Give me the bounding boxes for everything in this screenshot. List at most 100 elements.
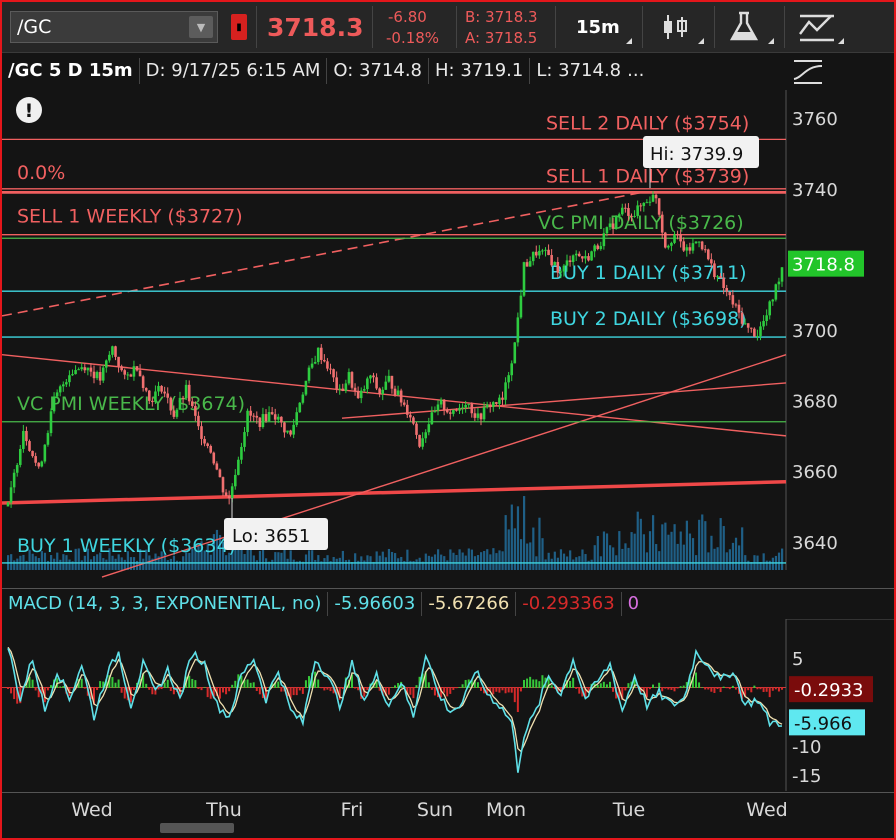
volume-bar [691,538,695,570]
volume-bar [68,559,71,570]
volume-bar [363,560,366,570]
candle-body [608,223,612,228]
volume-bar [719,518,722,570]
candle-body [387,375,391,382]
candle-body [405,404,409,415]
candle-body [574,253,578,256]
candle-body [743,323,747,325]
volume-bar [747,560,750,570]
flask-studies-icon[interactable] [727,10,761,44]
candle-body [209,445,213,453]
candle-body [166,393,170,398]
macd-histogram-bar [304,680,307,688]
candle-body [777,281,781,285]
level-label: BUY 1 WEEKLY ($3634) [17,535,236,557]
candle-body [381,389,385,395]
volume-bar [175,560,179,570]
candle-body [15,464,19,473]
volume-bar [544,559,547,570]
volume-bar [470,549,473,570]
candle-body [218,469,222,478]
volume-bar [707,552,710,570]
volume-bar [308,550,311,570]
macd-histogram-bar [234,680,237,688]
macd-histogram-bar [320,687,323,689]
candle-body [190,401,194,407]
candle-body [510,363,514,376]
volume-bar [569,550,572,570]
chart-title: /GC 5 D 15m [2,58,140,84]
chevron-down-icon[interactable]: ▼ [189,16,213,38]
candle-body [154,391,157,403]
volume-bar [271,559,274,570]
macd-chart[interactable]: 5 -10 -15 -0.2933 -5.966 [2,619,894,791]
macd-last-value: -5.966 [794,713,852,734]
candle-body [633,215,636,217]
macd-histogram-bar [532,679,535,688]
drawings-icon[interactable] [797,10,837,44]
macd-histogram-bar [329,687,332,692]
volume-bar [375,551,378,570]
interval-selector[interactable]: 15m [576,2,620,52]
drawing-tool-icon[interactable] [792,58,826,86]
candle-body [71,374,74,376]
candle-body [108,354,111,361]
macd-histogram-bar [430,687,433,690]
candle-body [304,380,308,395]
candle-body [101,367,105,381]
volume-bar [277,552,280,570]
candle-body [482,407,486,420]
volume-bar [237,548,240,570]
level-label: SELL 1 DAILY ($3739) [546,165,749,187]
macd-histogram-bar [246,679,249,688]
candle-body [25,430,28,442]
macd-histogram-bar [83,687,86,689]
candle-body [40,461,44,467]
symbol-selector[interactable]: /GC ▼ [10,11,218,43]
macd-histogram-bar [249,682,252,688]
volume-bar [120,557,123,570]
candle-body [470,403,474,414]
candle-body [584,256,587,259]
macd-histogram-bar [667,687,670,690]
macd-histogram-bar [71,687,74,689]
candle-body [581,256,584,259]
macd-value: -5.96603 [328,592,423,616]
candle-body [685,247,689,251]
candle-body [771,299,775,302]
candle-body [338,388,342,390]
candle-body [215,463,219,470]
volume-bar [572,559,575,570]
volume-bar [768,560,771,570]
macd-histogram-bar [10,687,13,694]
macd-histogram-bar [252,682,255,688]
macd-histogram-bar [722,686,725,688]
macd-histogram-bar [163,682,166,688]
macd-histogram-bar [609,681,611,688]
macd-histogram-bar [80,678,83,688]
candle-body [605,227,609,234]
macd-histogram-bar [596,684,599,688]
volume-bar [725,552,728,570]
macd-histogram-bar [188,675,191,688]
candle-style-icon[interactable] [658,12,698,42]
candle-body [366,378,369,390]
volume-bar [507,529,510,570]
volume-bar [105,559,108,570]
net-change: -6.80 [388,8,427,26]
candle-body [568,260,572,262]
time-tick: Wed [746,799,788,821]
volume-bar [602,531,606,570]
divider [714,6,715,48]
volume-bar [538,517,541,570]
current-price-value: 3718.8 [792,255,855,276]
macd-histogram-bar [747,687,750,691]
volume-bar [605,533,609,570]
horizontal-scrollbar[interactable] [160,823,234,833]
price-chart[interactable]: SELL 2 DAILY ($3754) SELL 1 DAILY ($3739)… [2,90,894,586]
candle-body [688,247,692,251]
candle-body [654,194,658,199]
volume-bar [467,548,470,570]
more-info[interactable]: ... [627,58,650,84]
volume-bar [550,558,553,570]
